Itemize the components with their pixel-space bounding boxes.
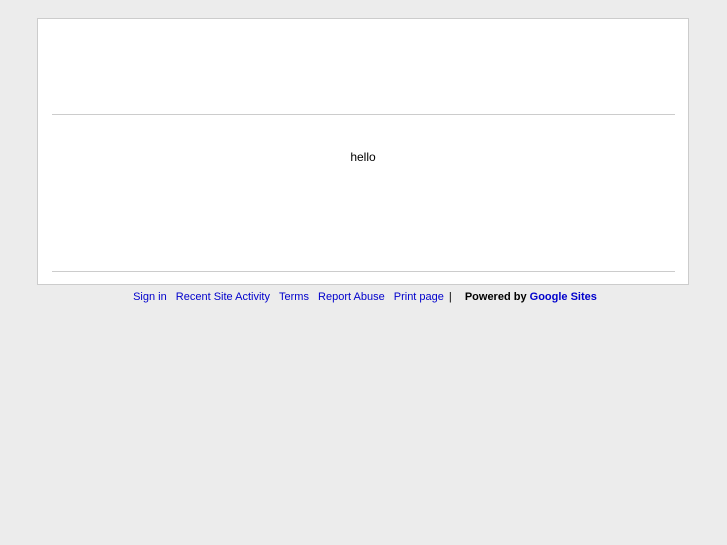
powered-by-label: Powered by Google Sites bbox=[465, 291, 597, 303]
report-abuse-link[interactable]: Report Abuse bbox=[318, 291, 385, 303]
page-container: hello bbox=[37, 18, 689, 285]
powered-by-text: Powered by bbox=[464, 291, 527, 303]
footer-separator: | bbox=[448, 291, 452, 303]
header-divider bbox=[52, 114, 675, 115]
google-sites-link[interactable]: Google Sites bbox=[530, 291, 597, 303]
footer-divider bbox=[52, 271, 675, 272]
sign-in-link[interactable]: Sign in bbox=[133, 291, 167, 303]
page-content: hello bbox=[38, 150, 688, 164]
print-page-link[interactable]: Print page bbox=[394, 291, 444, 303]
recent-site-activity-link[interactable]: Recent Site Activity bbox=[176, 291, 270, 303]
body-text: hello bbox=[350, 150, 376, 164]
site-footer: Sign in Recent Site Activity Terms Repor… bbox=[0, 290, 727, 304]
terms-link[interactable]: Terms bbox=[279, 291, 309, 303]
